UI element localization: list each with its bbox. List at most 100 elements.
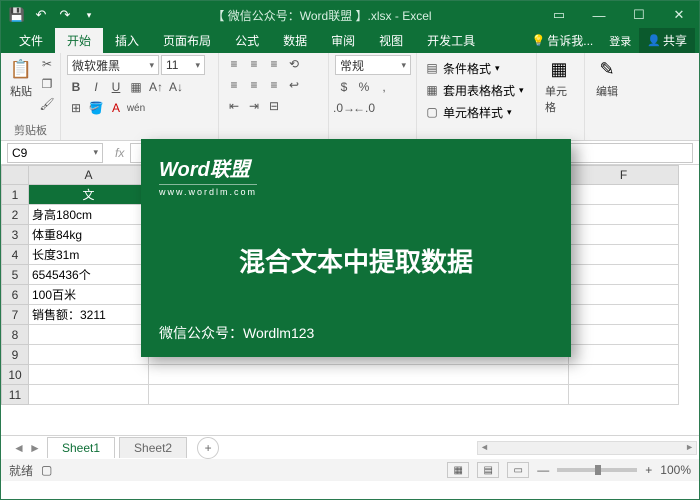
undo-icon[interactable]: ↶ (33, 7, 49, 23)
cell[interactable] (29, 365, 149, 385)
align-left-icon[interactable]: ≡ (225, 76, 243, 94)
number-format-combo[interactable]: 常规▾ (335, 55, 411, 75)
row-header[interactable]: 11 (1, 385, 29, 405)
row-header[interactable]: 1 (1, 185, 29, 205)
sheet-nav-next-icon[interactable]: ► (27, 441, 43, 455)
font-color-icon[interactable]: A (107, 99, 125, 117)
row-header[interactable]: 10 (1, 365, 29, 385)
align-center-icon[interactable]: ≡ (245, 76, 263, 94)
inc-decimal-icon[interactable]: .0→ (335, 99, 353, 117)
tab-file[interactable]: 文件 (7, 28, 55, 53)
italic-button[interactable]: I (87, 78, 105, 96)
zoom-slider[interactable] (557, 468, 637, 472)
row-header[interactable]: 2 (1, 205, 29, 225)
tab-review[interactable]: 审阅 (319, 28, 367, 53)
qat-more-icon[interactable]: ▾ (81, 7, 97, 23)
maximize-icon[interactable]: ☐ (619, 1, 659, 29)
cell[interactable] (569, 185, 679, 205)
fill-color-icon[interactable]: 🪣 (87, 99, 105, 117)
col-header-a[interactable]: A (29, 165, 149, 185)
tab-data[interactable]: 数据 (271, 28, 319, 53)
save-icon[interactable]: 💾 (9, 7, 25, 23)
cell[interactable] (569, 205, 679, 225)
align-top-icon[interactable]: ≡ (225, 55, 243, 73)
macro-rec-icon[interactable]: ▢ (41, 463, 52, 477)
cell[interactable]: 销售额：3211 (29, 305, 149, 325)
select-all-corner[interactable] (1, 165, 29, 185)
table-format-button[interactable]: ▦套用表格格式▾ (423, 81, 530, 99)
paste-button[interactable]: 📋 粘贴 (7, 55, 35, 113)
dec-decimal-icon[interactable]: ←.0 (355, 99, 373, 117)
sheet-tab-2[interactable]: Sheet2 (119, 437, 187, 458)
ribbon-options-icon[interactable]: ▭ (539, 1, 579, 29)
border-icon[interactable]: ▦ (127, 78, 145, 96)
tab-home[interactable]: 开始 (55, 28, 103, 53)
indent-dec-icon[interactable]: ⇤ (225, 97, 243, 115)
align-bot-icon[interactable]: ≡ (265, 55, 283, 73)
conditional-format-button[interactable]: ▤条件格式▾ (423, 59, 530, 77)
font-size-combo[interactable]: 11▾ (161, 55, 205, 75)
percent-icon[interactable]: % (355, 78, 373, 96)
cell[interactable]: 6545436个 (29, 265, 149, 285)
cell[interactable] (569, 245, 679, 265)
cell[interactable] (29, 325, 149, 345)
cell[interactable] (149, 385, 569, 405)
add-sheet-button[interactable]: + (197, 437, 219, 459)
cell[interactable]: 文 (29, 185, 149, 205)
cell[interactable] (149, 365, 569, 385)
zoom-out-icon[interactable]: ― (537, 463, 549, 477)
cell[interactable] (569, 265, 679, 285)
tellme[interactable]: 💡 告诉我... (524, 28, 602, 53)
row-header[interactable]: 6 (1, 285, 29, 305)
redo-icon[interactable]: ↷ (57, 7, 73, 23)
view-layout-icon[interactable]: ▤ (477, 462, 499, 478)
bold-button[interactable]: B (67, 78, 85, 96)
horizontal-scrollbar[interactable]: ◄ ► (477, 441, 697, 455)
cell[interactable] (569, 325, 679, 345)
shrink-font-icon[interactable]: A↓ (167, 78, 185, 96)
row-header[interactable]: 4 (1, 245, 29, 265)
row-header[interactable]: 9 (1, 345, 29, 365)
underline-button[interactable]: U (107, 78, 125, 96)
currency-icon[interactable]: $ (335, 78, 353, 96)
cells-button[interactable]: ▦ 单元格 (543, 55, 575, 117)
cell[interactable] (569, 365, 679, 385)
merge-icon[interactable]: ⊟ (265, 97, 283, 115)
row-header[interactable]: 3 (1, 225, 29, 245)
row-header[interactable]: 8 (1, 325, 29, 345)
tab-layout[interactable]: 页面布局 (151, 28, 223, 53)
grow-font-icon[interactable]: A↑ (147, 78, 165, 96)
view-break-icon[interactable]: ▭ (507, 462, 529, 478)
cell[interactable] (569, 285, 679, 305)
orientation-icon[interactable]: ⟲ (285, 55, 303, 73)
sheet-tab-1[interactable]: Sheet1 (47, 437, 115, 458)
tab-developer[interactable]: 开发工具 (415, 28, 487, 53)
minimize-icon[interactable]: ― (579, 1, 619, 29)
row-header[interactable]: 7 (1, 305, 29, 325)
cell[interactable] (569, 385, 679, 405)
cell[interactable] (569, 305, 679, 325)
cell[interactable]: 100百米 (29, 285, 149, 305)
cut-icon[interactable]: ✂ (38, 55, 56, 73)
fx-icon[interactable]: fx (115, 146, 124, 160)
wrap-text-icon[interactable]: ↩ (285, 76, 303, 94)
close-icon[interactable]: ✕ (659, 1, 699, 29)
col-header-f[interactable]: F (569, 165, 679, 185)
copy-icon[interactable]: ❐ (38, 75, 56, 93)
tab-insert[interactable]: 插入 (103, 28, 151, 53)
tab-view[interactable]: 视图 (367, 28, 415, 53)
row-header[interactable]: 5 (1, 265, 29, 285)
name-box[interactable]: C9▾ (7, 143, 103, 163)
share-button[interactable]: 👤 共享 (639, 28, 695, 53)
comma-icon[interactable]: , (375, 78, 393, 96)
phonetic-icon[interactable]: wén (127, 99, 145, 117)
cell[interactable] (569, 345, 679, 365)
align-mid-icon[interactable]: ≡ (245, 55, 263, 73)
borders-dropdown-icon[interactable]: ⊞ (67, 99, 85, 117)
view-normal-icon[interactable]: ▦ (447, 462, 469, 478)
cell-style-button[interactable]: ▢单元格样式▾ (423, 103, 530, 121)
align-right-icon[interactable]: ≡ (265, 76, 283, 94)
indent-inc-icon[interactable]: ⇥ (245, 97, 263, 115)
cell[interactable] (569, 225, 679, 245)
editing-button[interactable]: ✎ 编辑 (591, 55, 623, 101)
